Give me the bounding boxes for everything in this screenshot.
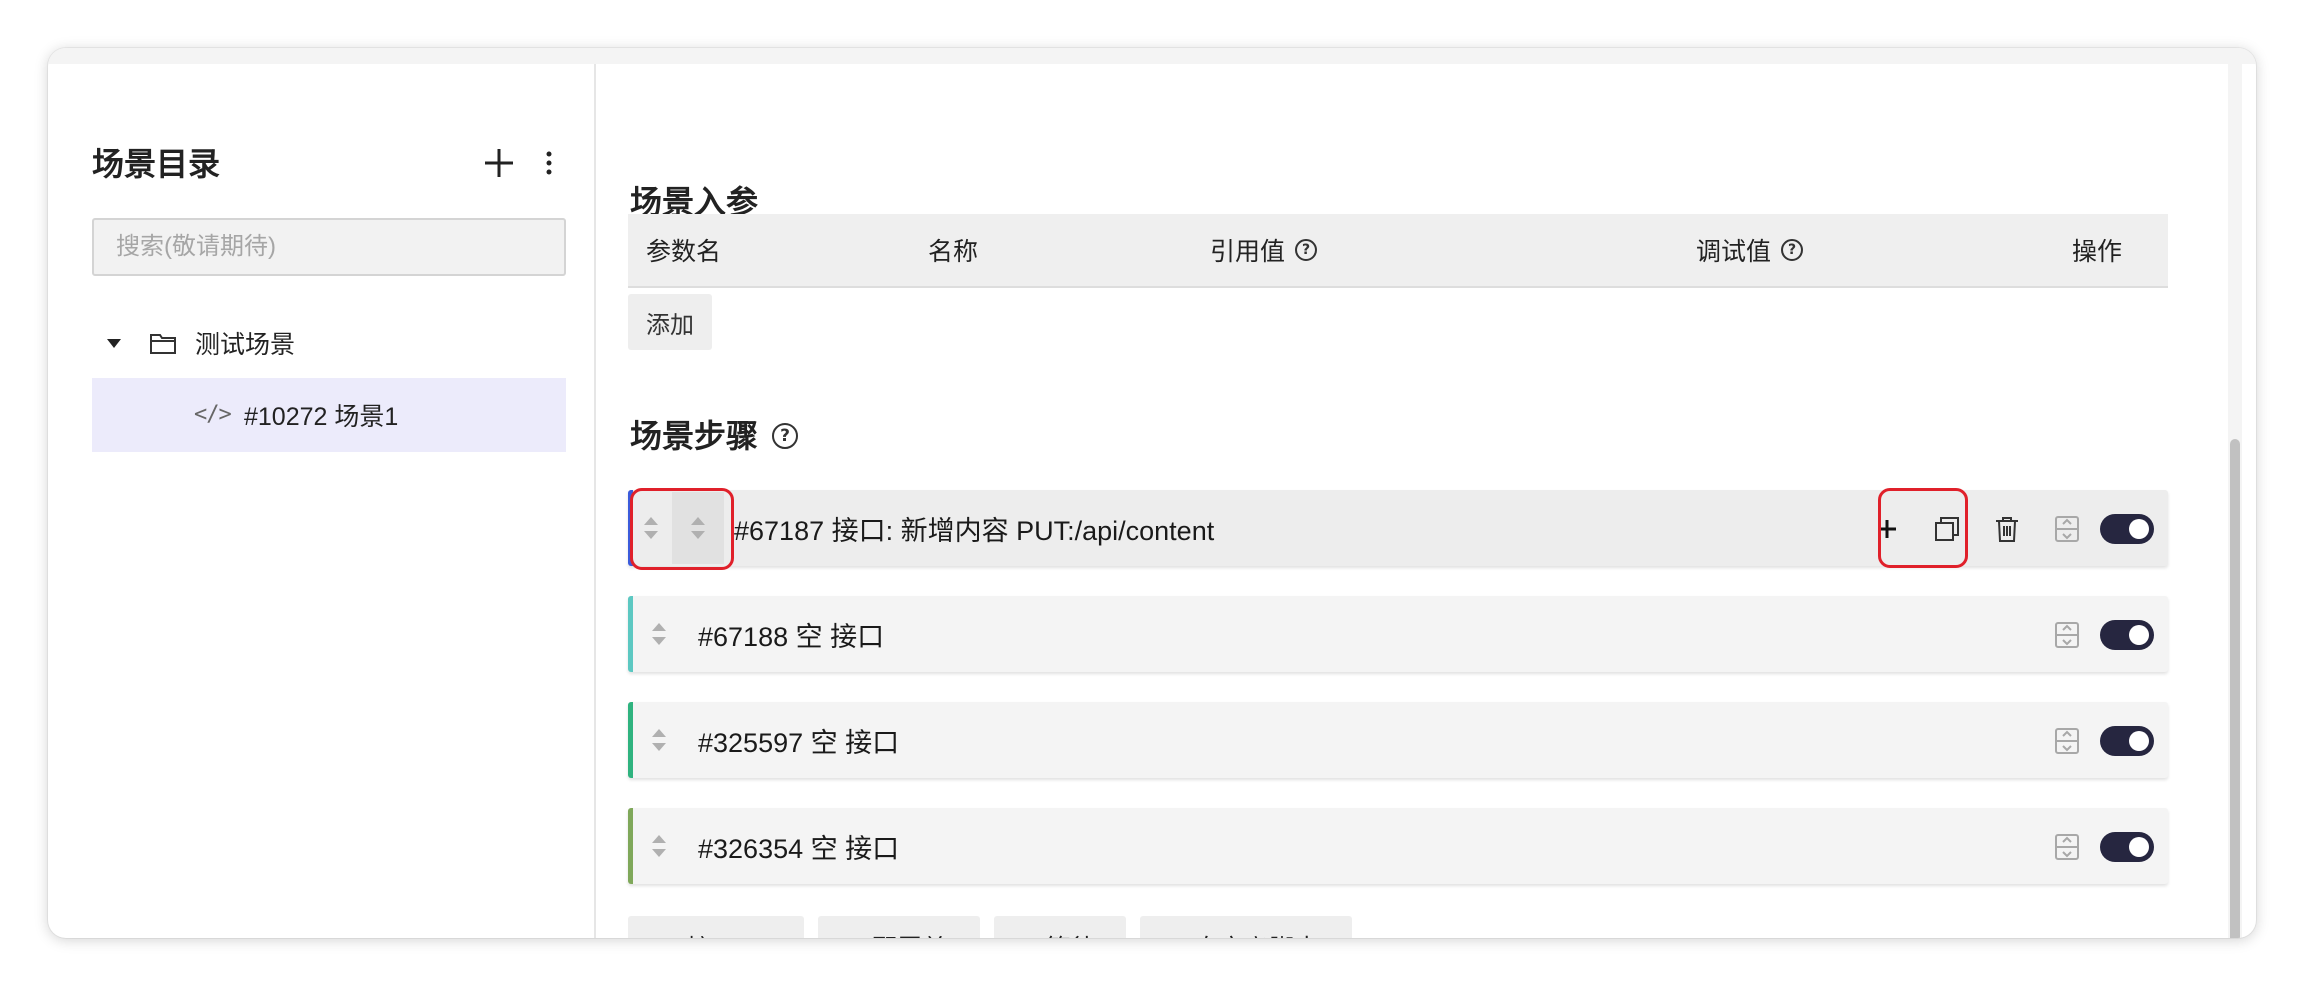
add-wait-button[interactable]: + 等待 bbox=[994, 916, 1126, 938]
step-toggle[interactable] bbox=[2100, 620, 2154, 650]
step-toggle[interactable] bbox=[2100, 832, 2154, 862]
help-icon[interactable]: ? bbox=[1781, 239, 1804, 261]
column-ref-value: 引用值 ? bbox=[1210, 214, 1318, 286]
copy-icon[interactable] bbox=[1932, 514, 1962, 544]
search-input[interactable] bbox=[92, 218, 566, 276]
export-icon[interactable] bbox=[2052, 726, 2082, 756]
step-toggle[interactable] bbox=[2100, 726, 2154, 756]
column-actions: 操作 bbox=[2072, 214, 2122, 286]
caret-down-icon[interactable] bbox=[107, 338, 121, 348]
column-ref-value-label: 引用值 bbox=[1210, 238, 1286, 266]
drag-sort-icon[interactable] bbox=[689, 515, 707, 541]
sidebar: 场景目录 测试场景 </> #10272 场景1 bbox=[48, 64, 596, 938]
column-name: 名称 bbox=[928, 214, 978, 286]
app-window: 场景目录 测试场景 </> #10272 场景1 场景入参 bbox=[48, 48, 2256, 938]
scrollbar-thumb[interactable] bbox=[2230, 439, 2240, 938]
add-api-button-label: + 接口 bbox=[665, 929, 737, 938]
tree-folder-label: 测试场景 bbox=[195, 331, 296, 359]
drag-sort-icon[interactable] bbox=[650, 727, 668, 753]
column-param-name-label: 参数名 bbox=[646, 238, 722, 266]
step-accent-bar bbox=[628, 596, 633, 672]
plus-icon[interactable] bbox=[482, 146, 516, 180]
drag-sort-icon[interactable] bbox=[642, 515, 660, 541]
tree-folder-test-scenes[interactable]: 测试场景 bbox=[92, 314, 566, 372]
toggle-knob bbox=[2129, 625, 2149, 645]
steps-title: 场景步骤 ? bbox=[630, 416, 799, 456]
help-icon[interactable]: ? bbox=[1295, 239, 1318, 261]
sidebar-title: 场景目录 bbox=[92, 146, 221, 182]
tree-item-scene1[interactable]: </> #10272 场景1 bbox=[92, 378, 566, 452]
add-api-button[interactable]: + 接口 bbox=[628, 916, 804, 938]
export-icon[interactable] bbox=[2052, 514, 2082, 544]
step-label: #67187 接口: 新增内容 PUT:/api/content bbox=[734, 515, 1215, 546]
step-accent-bar bbox=[628, 808, 633, 884]
trash-icon[interactable] bbox=[1992, 514, 2022, 544]
column-debug-value: 调试值 ? bbox=[1696, 214, 1804, 286]
toggle-knob bbox=[2129, 837, 2149, 857]
export-icon[interactable] bbox=[2052, 620, 2082, 650]
code-icon: </> bbox=[194, 402, 232, 427]
drag-sort-icon[interactable] bbox=[650, 621, 668, 647]
toggle-knob bbox=[2129, 519, 2149, 539]
step-accent-bar bbox=[628, 490, 633, 566]
step-item[interactable]: #326354 空 接口 bbox=[628, 808, 2168, 884]
step-label: #67188 空 接口 bbox=[698, 621, 885, 652]
main-panel: 场景入参 参数名 名称 引用值 ? 调试值 ? 操作 添加 场景步骤 ? #67… bbox=[598, 64, 2228, 938]
scrollbar[interactable] bbox=[2228, 64, 2242, 938]
step-item[interactable]: #67188 空 接口 bbox=[628, 596, 2168, 672]
column-debug-value-label: 调试值 bbox=[1696, 238, 1772, 266]
add-config-button[interactable]: + 配置单 bbox=[818, 916, 980, 938]
toggle-knob bbox=[2129, 731, 2149, 751]
column-name-label: 名称 bbox=[928, 238, 979, 266]
tree-item-label: #10272 场景1 bbox=[244, 403, 399, 431]
help-icon[interactable]: ? bbox=[772, 423, 799, 449]
drag-sort-icon[interactable] bbox=[650, 833, 668, 859]
step-item[interactable]: #67187 接口: 新增内容 PUT:/api/content bbox=[628, 490, 2168, 566]
column-actions-label: 操作 bbox=[2072, 238, 2123, 266]
add-icon[interactable] bbox=[1872, 514, 1902, 544]
add-script-button[interactable]: + 自定义脚本 bbox=[1140, 916, 1352, 938]
add-param-button[interactable]: 添加 bbox=[628, 294, 712, 350]
step-label: #325597 空 接口 bbox=[698, 727, 900, 758]
step-label: #326354 空 接口 bbox=[698, 833, 900, 864]
export-icon[interactable] bbox=[2052, 832, 2082, 862]
step-accent-bar bbox=[628, 702, 633, 778]
column-param-name: 参数名 bbox=[646, 214, 721, 286]
step-toggle[interactable] bbox=[2100, 514, 2154, 544]
more-vertical-icon[interactable] bbox=[542, 146, 556, 180]
window-top-strip bbox=[48, 48, 2256, 64]
steps-title-text: 场景步骤 bbox=[630, 418, 759, 454]
folder-icon bbox=[150, 334, 176, 354]
params-table-header: 参数名 名称 引用值 ? 调试值 ? 操作 bbox=[628, 214, 2168, 288]
step-item[interactable]: #325597 空 接口 bbox=[628, 702, 2168, 778]
